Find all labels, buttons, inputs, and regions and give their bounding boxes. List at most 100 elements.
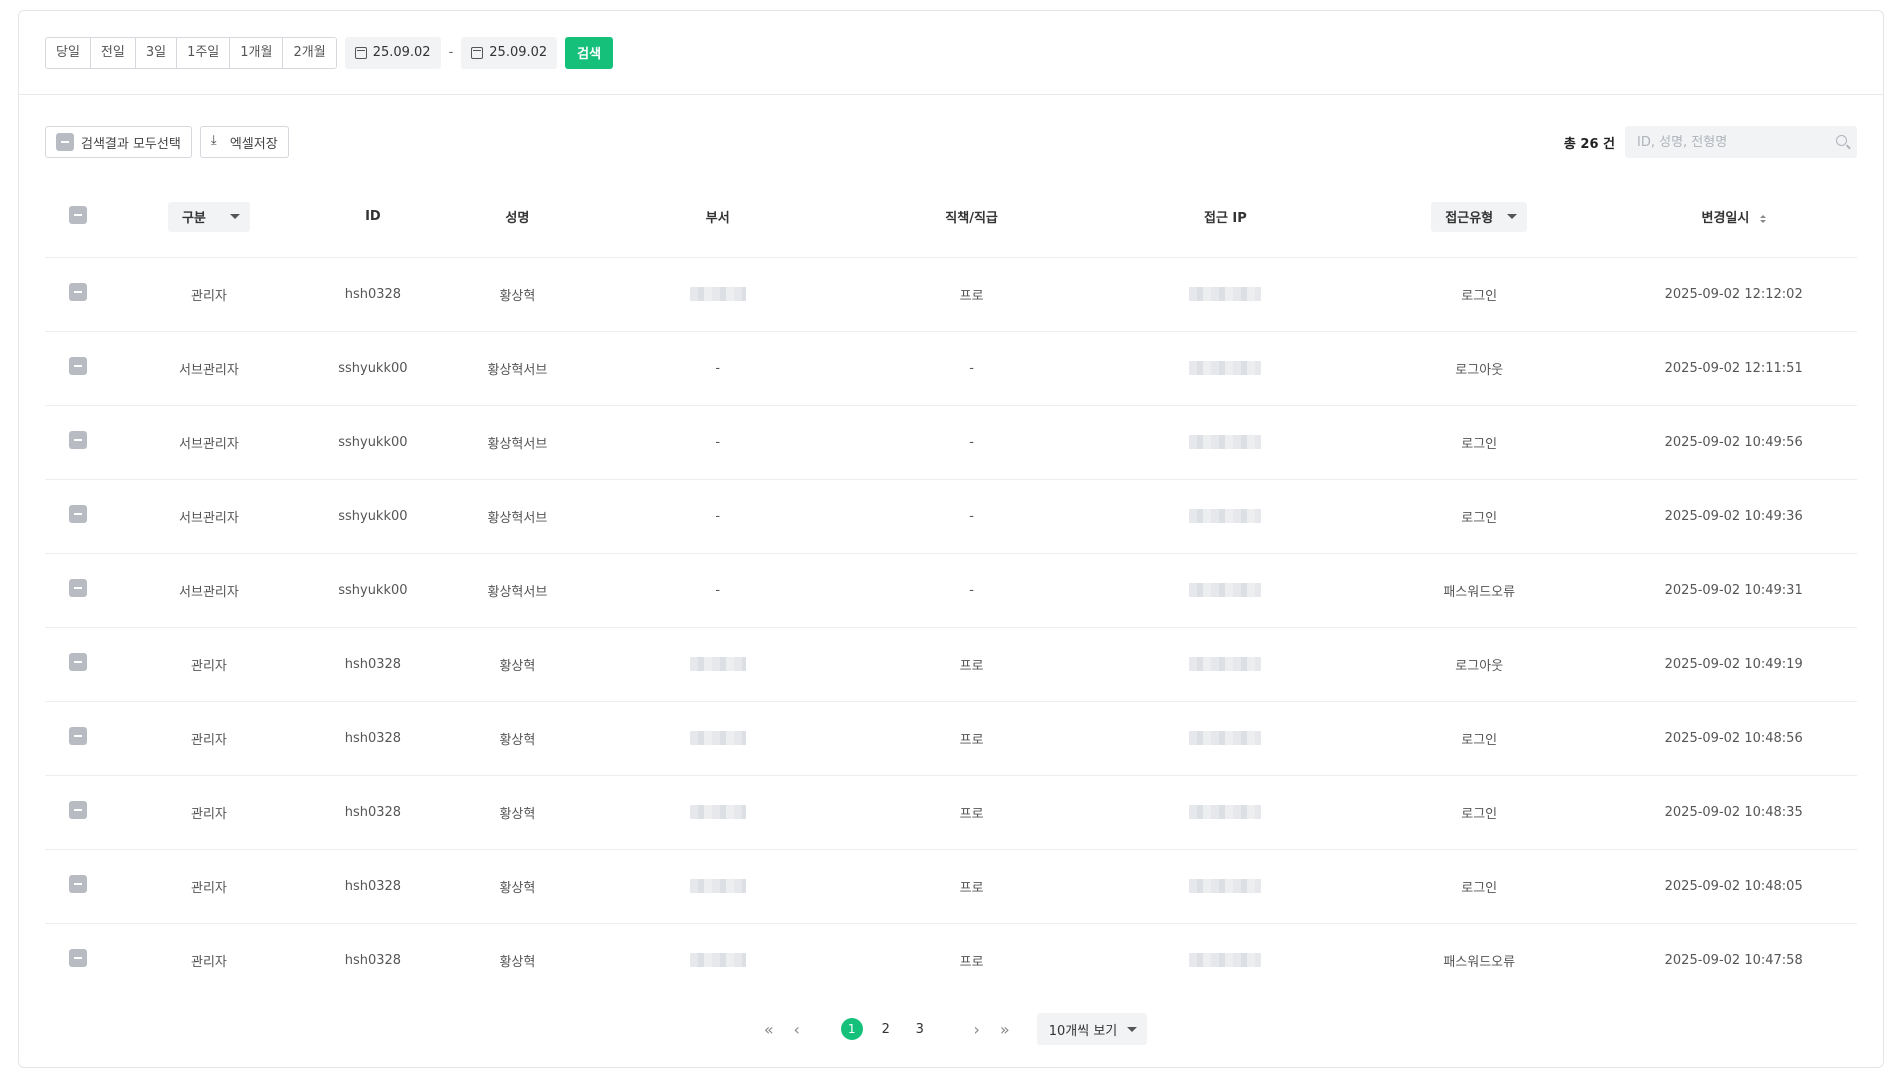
- row-checkbox-cell: [45, 923, 112, 997]
- dept-cell: [595, 775, 841, 850]
- masked-dept-value: [689, 805, 746, 819]
- masked-dept-value: [689, 879, 746, 893]
- masked-ip-value: [1189, 509, 1262, 523]
- row-checkbox-cell: [45, 775, 112, 850]
- changed-at-header-label: 변경일시: [1701, 211, 1750, 227]
- ip-cell: [1102, 479, 1349, 554]
- period-button[interactable]: 1개월: [230, 37, 284, 68]
- ip-cell: [1102, 627, 1349, 702]
- type-cell: 관리자: [111, 775, 307, 850]
- row-checkbox[interactable]: [69, 727, 88, 745]
- indeterminate-checkbox-icon: [56, 133, 74, 151]
- dept-value: -: [715, 508, 721, 524]
- excel-export-label: 엑셀저장: [229, 136, 278, 152]
- period-button[interactable]: 당일: [46, 37, 91, 68]
- chevron-down-icon: [229, 214, 240, 220]
- type-cell: 서브관리자: [111, 405, 307, 480]
- search-icon[interactable]: [1836, 135, 1847, 146]
- name-cell: 황상혁: [439, 701, 596, 776]
- access-type-filter-dropdown[interactable]: 접근유형: [1431, 201, 1528, 232]
- sort-icon[interactable]: [1759, 214, 1766, 223]
- name-cell: 황상혁서브: [439, 405, 596, 480]
- dept-cell: [595, 701, 841, 776]
- access-type-cell: 로그아웃: [1348, 331, 1611, 406]
- type-header-label: 구분: [181, 211, 206, 227]
- masked-dept-value: [689, 287, 746, 301]
- header-position: 직책/직급: [840, 177, 1103, 258]
- row-checkbox[interactable]: [69, 801, 88, 819]
- search-button[interactable]: 검색: [565, 36, 614, 69]
- search-input[interactable]: [1625, 126, 1857, 158]
- row-checkbox[interactable]: [69, 653, 88, 671]
- date-from-picker[interactable]: 25.09.02: [344, 36, 441, 69]
- masked-ip-value: [1189, 287, 1262, 301]
- changed-at-cell: 2025-09-02 10:49:36: [1610, 479, 1857, 554]
- changed-at-cell: 2025-09-02 10:48:35: [1610, 775, 1857, 850]
- dept-value: -: [715, 582, 721, 598]
- row-checkbox-cell: [45, 627, 112, 702]
- period-button-group: 당일 전일 3일 1주일 1개월 2개월: [45, 36, 337, 69]
- header-changed-at[interactable]: 변경일시: [1610, 177, 1857, 258]
- row-checkbox-cell: [45, 849, 112, 924]
- dept-cell: -: [595, 331, 841, 406]
- row-checkbox[interactable]: [69, 357, 88, 375]
- page-number-3[interactable]: 3: [906, 1015, 934, 1043]
- access-type-cell: 로그인: [1348, 701, 1611, 776]
- dept-cell: [595, 627, 841, 702]
- position-cell: 프로: [840, 775, 1103, 850]
- first-page-icon[interactable]: «: [755, 1015, 783, 1043]
- row-checkbox[interactable]: [69, 949, 88, 968]
- page-number-1[interactable]: 1: [840, 1018, 863, 1040]
- page-size-dropdown[interactable]: 10개씩 보기: [1036, 1013, 1148, 1045]
- row-checkbox[interactable]: [69, 505, 88, 523]
- id-cell: sshyukk00: [306, 331, 440, 406]
- id-cell: hsh0328: [306, 701, 440, 776]
- row-checkbox[interactable]: [69, 579, 88, 597]
- header-name: 성명: [439, 177, 596, 258]
- date-from-value: 25.09.02: [372, 45, 431, 60]
- id-cell: hsh0328: [306, 849, 440, 924]
- ip-cell: [1102, 775, 1349, 850]
- masked-ip-value: [1189, 879, 1262, 893]
- dept-value: -: [715, 360, 721, 376]
- name-cell: 황상혁: [439, 849, 596, 924]
- prev-page-icon[interactable]: ‹: [783, 1015, 811, 1043]
- excel-export-button[interactable]: 엑셀저장: [199, 126, 289, 158]
- type-cell: 관리자: [190, 954, 227, 970]
- select-all-checkbox[interactable]: [69, 205, 88, 224]
- period-button[interactable]: 1주일: [177, 37, 231, 68]
- period-button[interactable]: 3일: [135, 37, 178, 68]
- dept-cell: -: [595, 479, 841, 554]
- access-type-cell: 패스워드오류: [1348, 553, 1611, 628]
- access-log-table: 구분 ID 성명 부서 직책/직급 접근 IP 접근유형 변경일시 관리자 hs…: [45, 177, 1857, 997]
- access-type-cell: 로그인: [1348, 479, 1611, 554]
- next-page-icon[interactable]: ›: [963, 1015, 991, 1043]
- row-checkbox[interactable]: [69, 283, 88, 301]
- row-checkbox-cell: [45, 405, 112, 480]
- row-checkbox[interactable]: [69, 875, 88, 893]
- total-count: 총 26 건: [1563, 136, 1615, 152]
- masked-ip-value: [1189, 805, 1262, 819]
- table-row: 서브관리자 sshyukk00 황상혁서브 - - 로그아웃 2025-09-02 12:1…: [45, 331, 1857, 406]
- page-size-label: 10개씩 보기: [1048, 1023, 1118, 1039]
- table-header-row: 구분 ID 성명 부서 직책/직급 접근 IP 접근유형 변경일시: [45, 177, 1857, 258]
- select-all-results-button[interactable]: 검색결과 모두선택: [45, 126, 192, 158]
- period-button[interactable]: 전일: [90, 37, 136, 68]
- position-cell: 프로: [840, 627, 1103, 702]
- calendar-icon: [354, 46, 367, 59]
- download-icon: [211, 133, 223, 148]
- changed-at-cell: 2025-09-02 12:12:02: [1610, 257, 1857, 332]
- masked-ip-value: [1189, 583, 1262, 597]
- name-cell: 황상혁: [439, 257, 596, 332]
- type-filter-dropdown[interactable]: 구분: [167, 201, 250, 232]
- row-checkbox[interactable]: [69, 431, 88, 449]
- last-page-icon[interactable]: »: [991, 1015, 1019, 1043]
- ip-cell: [1103, 923, 1348, 997]
- page-number-2[interactable]: 2: [872, 1015, 900, 1043]
- period-button[interactable]: 2개월: [283, 37, 336, 68]
- table-row: 서브관리자 sshyukk00 황상혁서브 - - 패스워드오류 2025-09-02 10…: [45, 553, 1857, 628]
- changed-at-cell: 2025-09-02 10:47:58: [1664, 952, 1803, 968]
- date-to-picker[interactable]: 25.09.02: [461, 36, 558, 69]
- position-cell: -: [840, 405, 1103, 480]
- access-type-cell: 로그인: [1348, 405, 1611, 480]
